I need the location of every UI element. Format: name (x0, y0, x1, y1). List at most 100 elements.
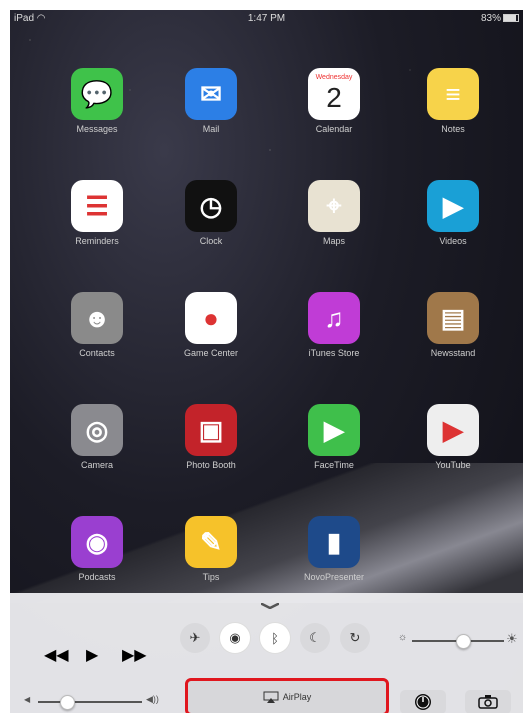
app-label: Maps (322, 236, 345, 246)
app-label: FaceTime (314, 460, 354, 470)
airplane-mode-toggle[interactable]: ✈ (180, 623, 210, 653)
airplay-button[interactable]: AirPlay (185, 678, 389, 713)
ipad-home-screen: iPad ◠ 1:47 PM 83% 💬 Messages ✉ Mail Wednesd… (10, 10, 523, 713)
brightness-high-icon: ☀ (506, 631, 518, 646)
reminders-icon: ☰ (71, 180, 123, 232)
facetime-icon-glyph: ▶ (324, 414, 344, 445)
maps-icon: ⌖ (308, 180, 360, 232)
app-label: Photo Booth (186, 460, 236, 470)
notes-icon-glyph: ≡ (445, 78, 461, 109)
app-itunes-store[interactable]: ♫ iTunes Store (289, 292, 379, 358)
app-facetime[interactable]: ▶ FaceTime (289, 404, 379, 470)
do-not-disturb-toggle[interactable]: ☾ (300, 623, 330, 653)
mail-icon-glyph: ✉ (200, 78, 222, 109)
app-label: Contacts (79, 348, 115, 358)
fast-forward-button[interactable]: ▶▶ (122, 645, 147, 665)
camera-icon: ◎ (71, 404, 123, 456)
messages-icon-glyph: 💬 (80, 78, 114, 109)
battery-icon (503, 14, 519, 23)
bluetooth-toggle[interactable]: ᛒ (260, 623, 290, 653)
podcasts-icon: ◉ (71, 516, 123, 568)
app-maps[interactable]: ⌖ Maps (289, 180, 379, 246)
control-center: ◀◀ ▶ ▶▶ ✈ ◉ ᛒ ☾ ↻ ☼ ☀ ◀ ◀)) AirPlay (10, 593, 523, 713)
tips-icon-glyph: ✎ (200, 526, 222, 557)
app-calendar[interactable]: Wednesday 2 Calendar (289, 68, 379, 134)
app-youtube[interactable]: ▶ YouTube (408, 404, 498, 470)
app-novopresenter[interactable]: ▮ NovoPresenter (289, 516, 379, 582)
app-label: Videos (439, 236, 467, 246)
app-label: NovoPresenter (303, 572, 365, 582)
calendar-day-number: 2 (326, 82, 342, 113)
app-camera[interactable]: ◎ Camera (52, 404, 142, 470)
app-videos[interactable]: ▶ Videos (408, 180, 498, 246)
app-label: Messages (76, 124, 118, 134)
clock-icon: ◷ (185, 180, 237, 232)
facetime-icon: ▶ (308, 404, 360, 456)
airplay-icon (263, 691, 279, 703)
play-button[interactable]: ▶ (86, 645, 98, 665)
messages-icon: 💬 (71, 68, 123, 120)
calendar-icon: Wednesday 2 (308, 68, 360, 120)
rotation-lock-toggle[interactable]: ↻ (340, 623, 370, 653)
airplay-label: AirPlay (282, 692, 312, 702)
app-label: Calendar (315, 124, 353, 134)
app-notes[interactable]: ≡ Notes (408, 68, 498, 134)
app-label: iTunes Store (308, 348, 360, 358)
app-label: Game Center (183, 348, 239, 358)
volume-slider[interactable] (38, 701, 142, 703)
camera-button[interactable] (465, 690, 511, 713)
volume-low-icon: ◀ (24, 695, 31, 704)
videos-icon-glyph: ▶ (443, 190, 463, 221)
app-label: Notes (441, 124, 465, 134)
app-newsstand[interactable]: ▤ Newsstand (408, 292, 498, 358)
timer-button[interactable] (400, 690, 446, 713)
game-center-icon: ● (185, 292, 237, 344)
rotation-lock-icon: ↻ (349, 630, 361, 645)
status-bar: iPad ◠ 1:47 PM 83% (10, 10, 523, 28)
reminders-icon-glyph: ☰ (85, 190, 109, 221)
app-label: Tips (202, 572, 220, 582)
camera-icon-glyph: ◎ (85, 414, 109, 445)
app-tips[interactable]: ✎ Tips (166, 516, 256, 582)
itunes-store-icon-glyph: ♫ (324, 302, 344, 333)
app-contacts[interactable]: ☻ Contacts (52, 292, 142, 358)
timer-icon (415, 694, 431, 710)
app-reminders[interactable]: ☰ Reminders (52, 180, 142, 246)
calendar-day-name: Wednesday (315, 74, 353, 81)
newsstand-icon-glyph: ▤ (440, 302, 466, 333)
app-podcasts[interactable]: ◉ Podcasts (52, 516, 142, 582)
app-label: Newsstand (430, 348, 476, 358)
app-messages[interactable]: 💬 Messages (52, 68, 142, 134)
notes-icon: ≡ (427, 68, 479, 120)
app-photo-booth[interactable]: ▣ Photo Booth (166, 404, 256, 470)
itunes-store-icon: ♫ (308, 292, 360, 344)
status-time: 1:47 PM (247, 13, 286, 24)
app-label: Camera (80, 460, 113, 470)
app-label: Clock (199, 236, 223, 246)
game-center-icon-glyph: ● (203, 302, 219, 333)
control-center-handle[interactable] (261, 603, 279, 609)
app-game-center[interactable]: ● Game Center (166, 292, 256, 358)
camera-icon (478, 695, 498, 709)
photo-booth-icon: ▣ (185, 404, 237, 456)
mail-icon: ✉ (185, 68, 237, 120)
volume-knob[interactable] (60, 695, 76, 710)
app-label: Reminders (75, 236, 119, 246)
rewind-button[interactable]: ◀◀ (44, 645, 69, 665)
photo-booth-icon-glyph: ▣ (198, 414, 224, 445)
tips-icon: ✎ (185, 516, 237, 568)
brightness-low-icon: ☼ (398, 632, 408, 643)
novopresenter-icon: ▮ (308, 516, 360, 568)
wifi-toggle[interactable]: ◉ (220, 623, 250, 653)
app-mail[interactable]: ✉ Mail (166, 68, 256, 134)
app-clock[interactable]: ◷ Clock (166, 180, 256, 246)
contacts-icon: ☻ (71, 292, 123, 344)
battery-status: 83% (481, 13, 519, 24)
airplane-mode-icon: ✈ (189, 630, 201, 645)
contacts-icon-glyph: ☻ (83, 302, 111, 333)
wifi-icon: ◉ (229, 630, 241, 645)
newsstand-icon: ▤ (427, 292, 479, 344)
app-label: YouTube (435, 460, 471, 470)
brightness-knob[interactable] (455, 634, 471, 649)
videos-icon: ▶ (427, 180, 479, 232)
